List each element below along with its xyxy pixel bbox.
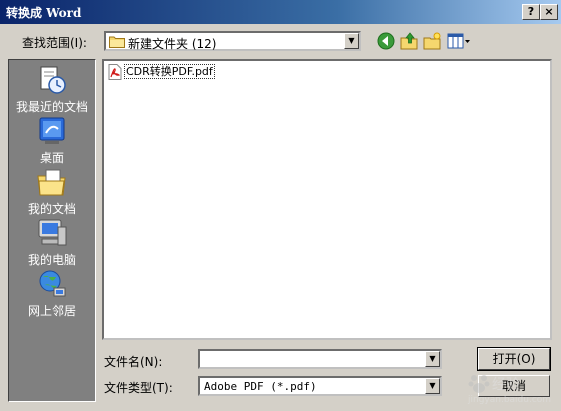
- place-label: 网上邻居: [27, 304, 76, 318]
- filetype-value: Adobe PDF (*.pdf): [204, 380, 317, 393]
- back-icon[interactable]: [376, 31, 396, 51]
- help-button[interactable]: ?: [522, 4, 540, 20]
- desktop-icon: [39, 117, 65, 144]
- place-my-computer[interactable]: 我的电脑: [9, 217, 95, 267]
- place-desktop[interactable]: 桌面: [9, 115, 95, 165]
- network-places-icon: [39, 270, 66, 297]
- view-menu-icon[interactable]: [447, 31, 471, 51]
- place-network-places[interactable]: 网上邻居: [9, 268, 95, 318]
- place-label: 我的电脑: [27, 253, 76, 267]
- title-bar: 转换成 Word ? ×: [0, 0, 561, 24]
- chevron-down-icon[interactable]: ▼: [344, 33, 359, 49]
- lookin-value: 新建文件夹 (12): [128, 37, 217, 51]
- up-folder-icon[interactable]: [399, 31, 419, 51]
- lookin-combo[interactable]: 新建文件夹 (12) ▼: [104, 31, 361, 51]
- filetype-select[interactable]: Adobe PDF (*.pdf) ▼: [198, 376, 442, 396]
- file-list[interactable]: CDR转换PDF.pdf: [102, 59, 552, 340]
- my-documents-icon: [37, 169, 66, 196]
- chevron-down-icon[interactable]: ▼: [425, 351, 440, 367]
- filename-label: 文件名(N):: [104, 355, 163, 369]
- place-label: 我最近的文档: [15, 100, 88, 114]
- new-folder-icon[interactable]: [422, 31, 442, 51]
- place-my-documents[interactable]: 我的文档: [9, 166, 95, 216]
- open-button[interactable]: 打开(O): [477, 347, 551, 371]
- recent-documents-icon: [40, 66, 66, 94]
- folder-icon: [109, 36, 125, 48]
- my-computer-icon: [38, 219, 67, 246]
- filetype-label: 文件类型(T):: [104, 381, 173, 395]
- place-label: 我的文档: [27, 202, 76, 216]
- watermark-text: 经验: [492, 377, 520, 393]
- watermark: 经验 jingyan.baidu.com: [468, 372, 558, 408]
- place-label: 桌面: [39, 151, 64, 165]
- paw-logo-icon: [468, 375, 490, 393]
- watermark-subtext: jingyan.baidu.com: [468, 395, 552, 405]
- window-title: 转换成 Word: [6, 6, 82, 20]
- filename-field[interactable]: ▼: [198, 349, 442, 369]
- lookin-label: 查找范围(I):: [22, 36, 87, 50]
- close-button[interactable]: ×: [540, 4, 558, 20]
- places-bar: 我最近的文档 桌面 我的文档 我的电脑 网上邻居: [8, 59, 96, 402]
- pdf-file-icon: [108, 64, 122, 80]
- place-recent-documents[interactable]: 我最近的文档: [9, 64, 95, 114]
- chevron-down-icon[interactable]: ▼: [425, 378, 440, 394]
- file-name: CDR转换PDF.pdf: [124, 64, 215, 79]
